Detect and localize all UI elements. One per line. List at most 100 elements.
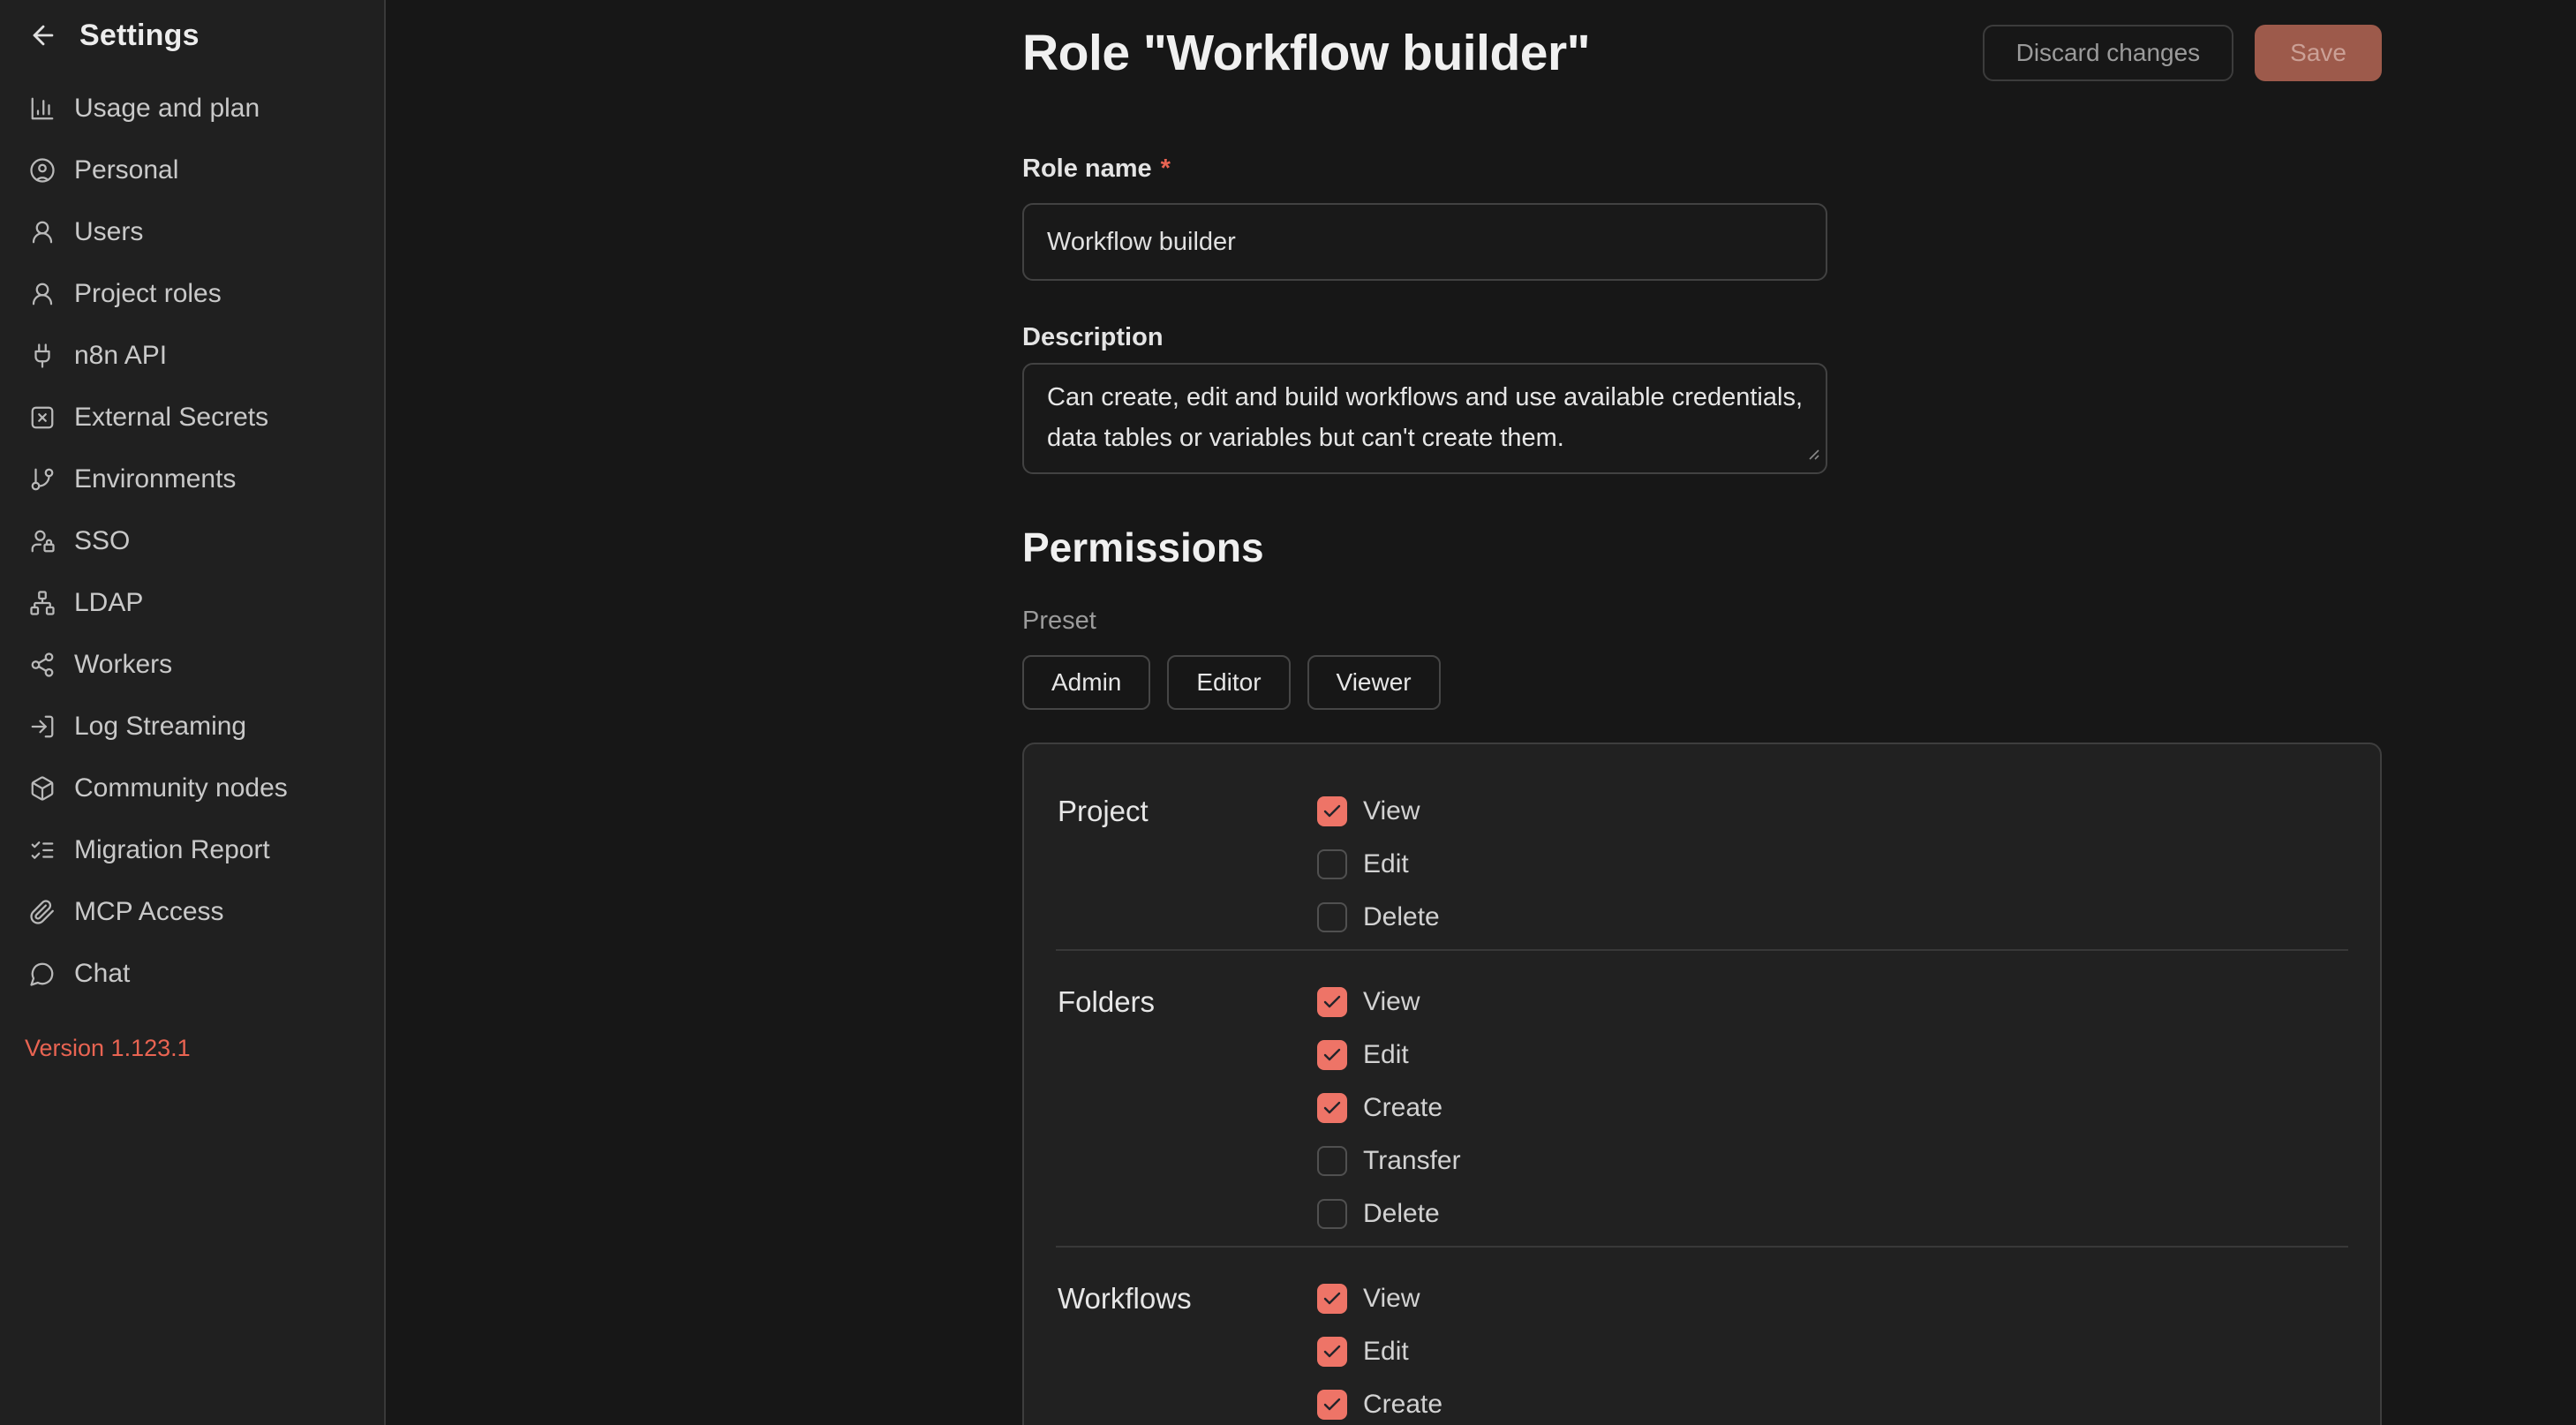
sidebar-item-label: Log Streaming	[74, 712, 246, 742]
preset-buttons: Admin Editor Viewer	[1022, 655, 2382, 710]
checkbox-checked[interactable]	[1317, 1284, 1347, 1314]
permission-scope-label[interactable]: Delete	[1363, 902, 1440, 932]
permission-row-project-view: View	[1317, 785, 2348, 838]
permission-scope-label[interactable]: View	[1363, 1284, 1420, 1314]
settings-back[interactable]: Settings	[0, 0, 384, 71]
preset-admin-button[interactable]: Admin	[1022, 655, 1150, 710]
permission-scope-label[interactable]: Edit	[1363, 1337, 1409, 1367]
user-icon	[28, 280, 56, 308]
role-editor: Role "Workflow builder" Discard changes …	[1022, 21, 2382, 1425]
sidebar-item-users[interactable]: Users	[0, 201, 384, 263]
permission-scope-label[interactable]: View	[1363, 796, 1420, 826]
sidebar-item-label: Chat	[74, 959, 130, 989]
permission-row-folders-create: Create	[1317, 1082, 2348, 1135]
main-area: Role "Workflow builder" Discard changes …	[386, 0, 2576, 1425]
settings-title: Settings	[79, 19, 200, 53]
sidebar-item-label: External Secrets	[74, 403, 268, 433]
textarea-resize-handle[interactable]	[1804, 445, 1820, 465]
permission-scope-list: View Edit Delete	[1317, 785, 2348, 944]
page-title: Role "Workflow builder"	[1022, 24, 1590, 82]
discard-changes-button[interactable]: Discard changes	[1983, 25, 2234, 81]
required-asterisk: *	[1161, 155, 1171, 184]
permission-scope-label[interactable]: Edit	[1363, 1040, 1409, 1070]
bar-chart-icon	[28, 94, 56, 123]
permission-section-name: Folders	[1058, 976, 1317, 1240]
permissions-panel: Project View Edit Delete Folders View Edit Crea…	[1022, 743, 2382, 1425]
permission-row-workflows-view: View	[1317, 1272, 2348, 1325]
sidebar-item-label: Community nodes	[74, 773, 288, 803]
permission-row-folders-delete: Delete	[1317, 1188, 2348, 1240]
permission-section-name: Project	[1058, 785, 1317, 944]
sidebar-item-label: Migration Report	[74, 835, 270, 865]
git-branch-icon	[28, 465, 56, 494]
checkbox-checked[interactable]	[1317, 1390, 1347, 1420]
permission-row-folders-edit: Edit	[1317, 1029, 2348, 1082]
permission-section-folders: Folders View Edit Create Transfer Delete	[1024, 951, 2380, 1246]
checkbox-checked[interactable]	[1317, 987, 1347, 1017]
permission-row-project-delete: Delete	[1317, 891, 2348, 944]
permission-scope-label[interactable]: Create	[1363, 1093, 1442, 1123]
box-icon	[28, 774, 56, 803]
sidebar-item-label: Users	[74, 217, 143, 247]
sidebar-item-external-secrets[interactable]: External Secrets	[0, 387, 384, 449]
preset-viewer-button[interactable]: Viewer	[1307, 655, 1441, 710]
save-button[interactable]: Save	[2255, 25, 2382, 81]
sidebar-item-project-roles[interactable]: Project roles	[0, 263, 384, 325]
network-icon	[28, 589, 56, 617]
description-textarea[interactable]: Can create, edit and build workflows and…	[1022, 363, 1827, 474]
permission-scope-label[interactable]: Transfer	[1363, 1146, 1461, 1176]
checkbox-checked[interactable]	[1317, 796, 1347, 826]
message-circle-icon	[28, 960, 56, 988]
vault-icon	[28, 403, 56, 432]
sidebar-item-personal[interactable]: Personal	[0, 139, 384, 201]
sidebar-item-environments[interactable]: Environments	[0, 449, 384, 510]
permission-row-workflows-create: Create	[1317, 1378, 2348, 1425]
settings-menu: Usage and plan Personal Users Project roles…	[0, 78, 384, 1005]
sidebar-item-label: Project roles	[74, 279, 222, 309]
permission-scope-label[interactable]: Delete	[1363, 1199, 1440, 1229]
sidebar-item-label: Workers	[74, 650, 172, 680]
checkbox-unchecked[interactable]	[1317, 1199, 1347, 1229]
sidebar-item-mcp-access[interactable]: MCP Access	[0, 881, 384, 943]
sidebar-item-chat[interactable]: Chat	[0, 943, 384, 1005]
permission-row-workflows-edit: Edit	[1317, 1325, 2348, 1378]
sidebar-item-sso[interactable]: SSO	[0, 510, 384, 572]
checkbox-checked[interactable]	[1317, 1040, 1347, 1070]
role-name-label-text: Role name	[1022, 155, 1152, 184]
header-actions: Discard changes Save	[1983, 25, 2382, 81]
arrow-left-icon	[28, 20, 58, 50]
permission-scope-list: View Edit Create Transfer Delete	[1317, 976, 2348, 1240]
page-header: Role "Workflow builder" Discard changes …	[1022, 21, 2382, 85]
permission-scope-label[interactable]: Edit	[1363, 849, 1409, 879]
share-icon	[28, 651, 56, 679]
permission-scope-label[interactable]: Create	[1363, 1390, 1442, 1420]
sidebar-item-ldap[interactable]: LDAP	[0, 572, 384, 634]
checkbox-unchecked[interactable]	[1317, 1146, 1347, 1176]
role-name-input[interactable]	[1022, 203, 1827, 281]
sidebar-item-n8n-api[interactable]: n8n API	[0, 325, 384, 387]
permission-row-project-edit: Edit	[1317, 838, 2348, 891]
permission-scope-label[interactable]: View	[1363, 987, 1420, 1017]
user-icon	[28, 218, 56, 246]
sidebar-item-label: SSO	[74, 526, 130, 556]
preset-editor-button[interactable]: Editor	[1167, 655, 1290, 710]
sidebar-item-label: Usage and plan	[74, 94, 260, 124]
app-root: Settings Usage and plan Personal Users Proj…	[0, 0, 2576, 1425]
preset-label: Preset	[1022, 607, 2382, 636]
checkbox-checked[interactable]	[1317, 1337, 1347, 1367]
plug-icon	[28, 342, 56, 370]
checkbox-unchecked[interactable]	[1317, 849, 1347, 879]
sidebar-item-usage-and-plan[interactable]: Usage and plan	[0, 78, 384, 139]
list-checks-icon	[28, 836, 56, 864]
sidebar-item-log-streaming[interactable]: Log Streaming	[0, 696, 384, 758]
version-label[interactable]: Version 1.123.1	[25, 1035, 191, 1062]
sidebar-item-workers[interactable]: Workers	[0, 634, 384, 696]
user-circle-icon	[28, 156, 56, 185]
checkbox-checked[interactable]	[1317, 1093, 1347, 1123]
description-field: Can create, edit and build workflows and…	[1022, 363, 1827, 474]
sidebar-item-community-nodes[interactable]: Community nodes	[0, 758, 384, 819]
sidebar-item-migration-report[interactable]: Migration Report	[0, 819, 384, 881]
checkbox-unchecked[interactable]	[1317, 902, 1347, 932]
permission-section-workflows: WorkflowsViewEditCreate	[1024, 1248, 2380, 1425]
permission-row-folders-view: View	[1317, 976, 2348, 1029]
